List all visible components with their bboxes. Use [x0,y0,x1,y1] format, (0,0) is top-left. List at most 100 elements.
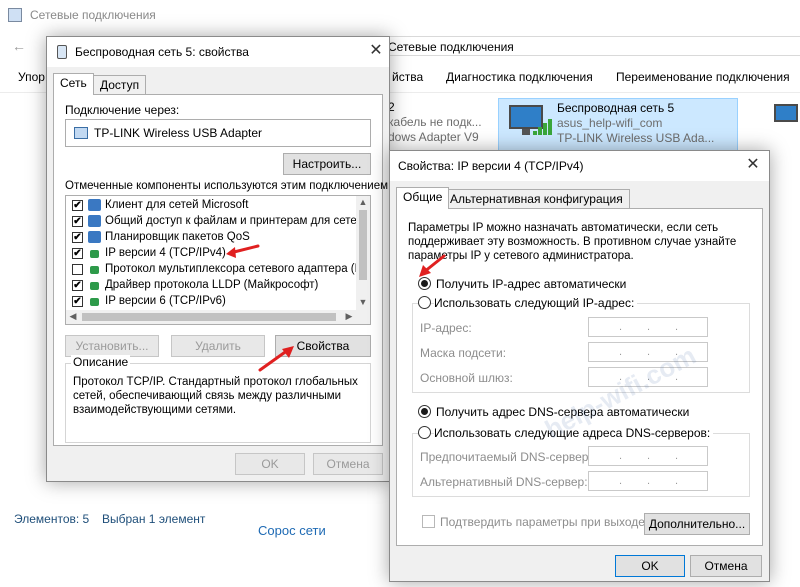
list-item[interactable]: Протокол мультиплексора сетевого адаптер… [66,262,356,277]
properties-command[interactable]: йства [392,70,423,84]
protocol-icon [90,282,99,290]
network-adapter-icon[interactable] [770,104,800,130]
scroll-left-icon[interactable]: ◀ [66,311,80,322]
explorer-title: Сетевые подключения [30,8,156,22]
ip-address-field[interactable]: ... [588,317,708,337]
close-icon[interactable]: ✕ [742,154,764,176]
dialog-titlebar: Беспроводная сеть 5: свойства ✕ [47,37,389,67]
connection-adapter: dows Adapter V9 [388,130,479,144]
tab-sharing[interactable]: Доступ [93,75,147,95]
subnet-mask-label: Маска подсети: [420,346,507,360]
preferred-dns-label: Предпочитаемый DNS-сервер: [420,450,592,464]
checkbox[interactable]: ✔ [72,248,83,259]
scroll-down-icon[interactable]: ▼ [356,297,370,307]
explorer-titlebar: Сетевые подключения [0,0,800,31]
connect-through-label: Подключение через: [65,103,180,117]
manual-dns-radio[interactable] [418,426,431,439]
ok-button[interactable]: OK [235,453,305,475]
horizontal-scrollbar[interactable]: ◀ ▶ [66,310,370,324]
item-count: Элементов: 5 [14,512,90,526]
adapter-name: TP-LINK Wireless USB Adapter [94,126,263,140]
scroll-right-icon[interactable]: ▶ [342,311,356,322]
network-reset-link[interactable]: Сорос сети [258,523,326,538]
diagnose-command[interactable]: Диагностика подключения [446,70,593,84]
list-item[interactable]: ✔ Драйвер протокола LLDP (Майкрософт) [66,278,356,293]
manual-ip-label[interactable]: Использовать следующий IP-адрес: [434,296,638,310]
ipv4-properties-dialog: Свойства: IP версии 4 (TCP/IPv4) ✕ Общие… [389,150,770,582]
connection-name: Беспроводная сеть 5 [557,101,675,115]
validate-label[interactable]: Подтвердить параметры при выходе [440,515,645,529]
connection-item-selected[interactable]: Беспроводная сеть 5 asus_help-wifi_com T… [498,98,738,154]
close-icon[interactable]: ✕ [365,40,387,62]
checkbox[interactable]: ✔ [72,296,83,307]
red-arrow-icon [419,254,446,277]
list-item[interactable]: ✔ IP версии 6 (TCP/IPv6) [66,294,356,309]
wireless-properties-dialog: Беспроводная сеть 5: свойства ✕ Сеть Дос… [46,36,392,482]
manual-ip-radio[interactable] [418,296,431,309]
checkbox[interactable]: ✔ [72,216,83,227]
dialog-title: Беспроводная сеть 5: свойства [75,45,249,59]
checkbox[interactable]: ✔ [72,200,83,211]
vertical-scrollbar[interactable]: ▲ ▼ [356,196,370,310]
alternate-dns-field[interactable]: ... [588,471,708,491]
address-crumb[interactable]: Сетевые подключения [388,40,514,54]
list-item[interactable]: ✔ Общий доступ к файлам и принтерам для … [66,214,356,229]
auto-dns-radio[interactable] [418,405,431,418]
connection-status: кабель не подк... [388,115,482,129]
component-label: Протокол мультиплексора сетевого адаптер… [105,263,356,275]
preferred-dns-field[interactable]: ... [588,446,708,466]
connection-name: 2 [388,100,395,114]
connection-ssid: asus_help-wifi_com [557,116,663,130]
organize-menu[interactable]: Упор [18,70,45,84]
scroll-up-icon[interactable]: ▲ [356,197,370,207]
component-label: Общий доступ к файлам и принтерам для се… [105,215,356,227]
protocol-icon [90,298,99,306]
service-icon [88,215,101,227]
remove-button[interactable]: Удалить [171,335,265,357]
components-label: Отмеченные компоненты используются этим … [65,180,392,192]
client-icon [88,199,101,211]
component-label: Драйвер протокола LLDP (Майкрософт) [105,279,319,291]
rename-command[interactable]: Переименование подключения [616,70,790,84]
ok-button[interactable]: OK [615,555,685,577]
component-label: IP версии 4 (TCP/IPv4) [105,247,226,259]
dialog-titlebar: Свойства: IP версии 4 (TCP/IPv4) ✕ [390,151,769,181]
list-item[interactable]: ✔ IP версии 4 (TCP/IPv4) [66,246,356,261]
install-button[interactable]: Установить... [65,335,159,357]
description-label: Описание [71,355,131,369]
gateway-label: Основной шлюз: [420,371,513,385]
configure-button[interactable]: Настроить... [283,153,371,175]
service-icon [88,231,101,243]
advanced-button[interactable]: Дополнительно... [644,513,750,535]
checkbox[interactable]: ✔ [72,280,83,291]
auto-ip-label[interactable]: Получить IP-адрес автоматически [436,277,626,291]
intro-text: Параметры IP можно назначать автоматичес… [408,222,737,262]
address-bar[interactable]: Сетевые подключения [380,36,800,56]
network-icon [57,45,67,59]
list-item[interactable]: ✔ Клиент для сетей Microsoft [66,198,356,213]
validate-checkbox[interactable] [422,515,435,528]
red-arrow-icon [258,346,294,372]
scroll-thumb[interactable] [359,210,367,280]
components-list[interactable]: ✔ Клиент для сетей Microsoft ✔ Общий дос… [65,195,371,325]
protocol-icon [90,266,99,274]
list-item[interactable]: ✔ Планировщик пакетов QoS [66,230,356,245]
checkbox[interactable]: ✔ [72,232,83,243]
component-label: IP версии 6 (TCP/IPv6) [105,295,226,307]
cancel-button[interactable]: Отмена [690,555,762,577]
connection-adapter: TP-LINK Wireless USB Ada... [557,131,715,145]
checkbox[interactable] [72,264,83,275]
description-text: Протокол TCP/IP. Стандартный протокол гл… [73,376,358,416]
tab-alternate-config[interactable]: Альтернативная конфигурация [443,189,630,209]
scroll-thumb[interactable] [82,313,336,321]
back-arrow-icon[interactable]: ← [12,38,26,54]
tab-network[interactable]: Сеть [53,73,94,95]
network-adapter-icon [74,127,88,139]
cancel-button[interactable]: Отмена [313,453,383,475]
dialog-title: Свойства: IP версии 4 (TCP/IPv4) [398,159,584,173]
tab-general[interactable]: Общие [396,187,450,209]
wireless-network-icon [509,105,552,135]
adapter-field: TP-LINK Wireless USB Adapter [65,119,371,147]
selected-count: Выбран 1 элемент [102,512,206,526]
component-label: Клиент для сетей Microsoft [105,199,249,211]
